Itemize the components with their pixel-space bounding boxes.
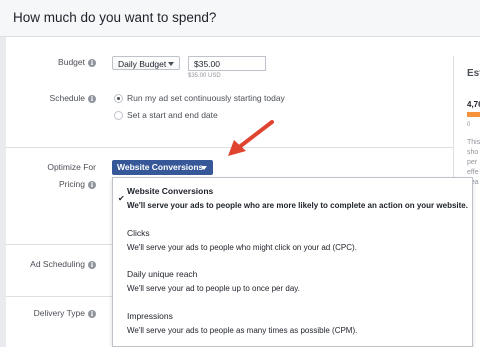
info-icon[interactable]: i <box>88 59 96 67</box>
dropdown-item-description: We'll serve your ads to people as many t… <box>127 326 358 335</box>
schedule-start-end-radio[interactable] <box>114 111 123 120</box>
info-icon[interactable]: i <box>88 261 96 269</box>
dropdown-item-impressions[interactable]: Impressions We'll serve your ads to peop… <box>127 311 357 335</box>
pricing-label: Pricing <box>59 179 85 189</box>
dropdown-item-description: We'll serve your ads to people who might… <box>127 243 357 252</box>
schedule-label-row: Schedule i <box>6 93 96 103</box>
schedule-continuous-label[interactable]: Run my ad set continuously starting toda… <box>127 93 285 103</box>
dropdown-item-clicks[interactable]: Clicks We'll serve your ads to people wh… <box>127 228 357 252</box>
dropdown-item-title: Impressions <box>127 311 173 321</box>
section-divider <box>6 296 112 297</box>
budget-amount-input[interactable]: $35.00 <box>188 56 266 71</box>
red-arrow-annotation <box>228 120 274 156</box>
checkmark-icon: ✔ <box>118 194 125 203</box>
dropdown-item-title: Clicks <box>127 228 150 238</box>
info-icon[interactable]: i <box>88 181 96 189</box>
ad-scheduling-label: Ad Scheduling <box>30 259 85 269</box>
budget-type-value: Daily Budget <box>118 59 167 69</box>
budget-amount-note: $35.00 USD <box>188 73 221 79</box>
ad-scheduling-label-row: Ad Scheduling i <box>6 259 96 269</box>
optimize-for-dropdown-menu: Website Conversions We'll serve your ads… <box>112 177 473 347</box>
pricing-label-row: Pricing i <box>6 179 96 189</box>
dropdown-item-daily-unique-reach[interactable]: Daily unique reach We'll serve your ad t… <box>127 269 300 293</box>
info-icon[interactable]: i <box>88 310 96 318</box>
budget-type-select[interactable]: Daily Budget <box>112 56 180 70</box>
delivery-type-label: Delivery Type <box>33 308 85 318</box>
budget-label-row: Budget i <box>6 57 96 67</box>
schedule-continuous-radio[interactable] <box>114 94 123 103</box>
info-icon[interactable]: i <box>88 95 96 103</box>
optimize-for-value: Website Conversions <box>117 162 204 172</box>
caret-down-icon <box>201 166 207 170</box>
optimize-label: Optimize For <box>47 162 96 172</box>
section-divider <box>6 244 112 245</box>
dropdown-item-description: We'll serve your ads to people who are m… <box>127 201 468 210</box>
page-header: How much do you want to spend? <box>0 0 480 37</box>
budget-label: Budget <box>58 57 85 67</box>
caret-down-icon <box>168 62 174 66</box>
page-title: How much do you want to spend? <box>13 10 217 25</box>
estimate-line: This <box>467 139 480 146</box>
optimize-for-select[interactable]: Website Conversions <box>112 160 213 175</box>
schedule-label: Schedule <box>49 93 85 103</box>
dropdown-item-title: Website Conversions <box>127 186 214 196</box>
estimate-number: 4,76 <box>467 100 480 109</box>
estimate-zero: 0 <box>467 122 471 128</box>
dropdown-item-website-conversions[interactable]: Website Conversions We'll serve your ads… <box>127 186 468 210</box>
estimate-bar <box>467 112 480 117</box>
schedule-start-end-label[interactable]: Set a start and end date <box>127 110 218 120</box>
estimate-line: sho <box>467 149 479 156</box>
dropdown-item-description: We'll serve your ad to people up to once… <box>127 284 300 293</box>
estimate-line: per <box>467 159 478 166</box>
estimate-title: Est <box>467 68 480 79</box>
dropdown-item-title: Daily unique reach <box>127 269 198 279</box>
delivery-type-label-row: Delivery Type i <box>6 308 96 318</box>
